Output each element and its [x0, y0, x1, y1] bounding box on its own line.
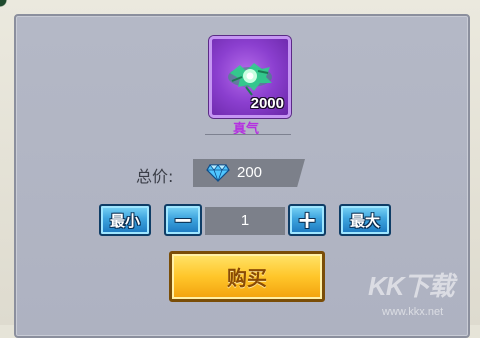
name-divider [205, 134, 291, 135]
quantity-value: 1 [240, 212, 250, 229]
price-display: 200 [193, 159, 305, 187]
item-slot[interactable]: 2000 [209, 36, 291, 118]
frame-corner-ornament [0, 0, 10, 10]
max-quantity-button[interactable]: 最大 [339, 204, 391, 236]
watermark-url: www.kkx.net [382, 306, 444, 318]
watermark: KK下载 www.kkx.net [368, 266, 476, 322]
min-quantity-button[interactable]: 最小 [99, 204, 151, 236]
price-label: 总价: [136, 167, 174, 186]
plus-icon: + [296, 206, 318, 234]
diamond-icon [206, 164, 230, 182]
decrement-button[interactable]: − [164, 204, 202, 236]
price-value: 200 [237, 164, 263, 181]
watermark-logo: KK下载 [368, 271, 455, 301]
increment-button[interactable]: + [288, 204, 326, 236]
buy-button[interactable]: 购买 [169, 251, 325, 302]
minus-icon: − [172, 206, 194, 234]
quantity-input[interactable]: 1 [205, 207, 285, 235]
item-count: 2000 [250, 95, 284, 112]
